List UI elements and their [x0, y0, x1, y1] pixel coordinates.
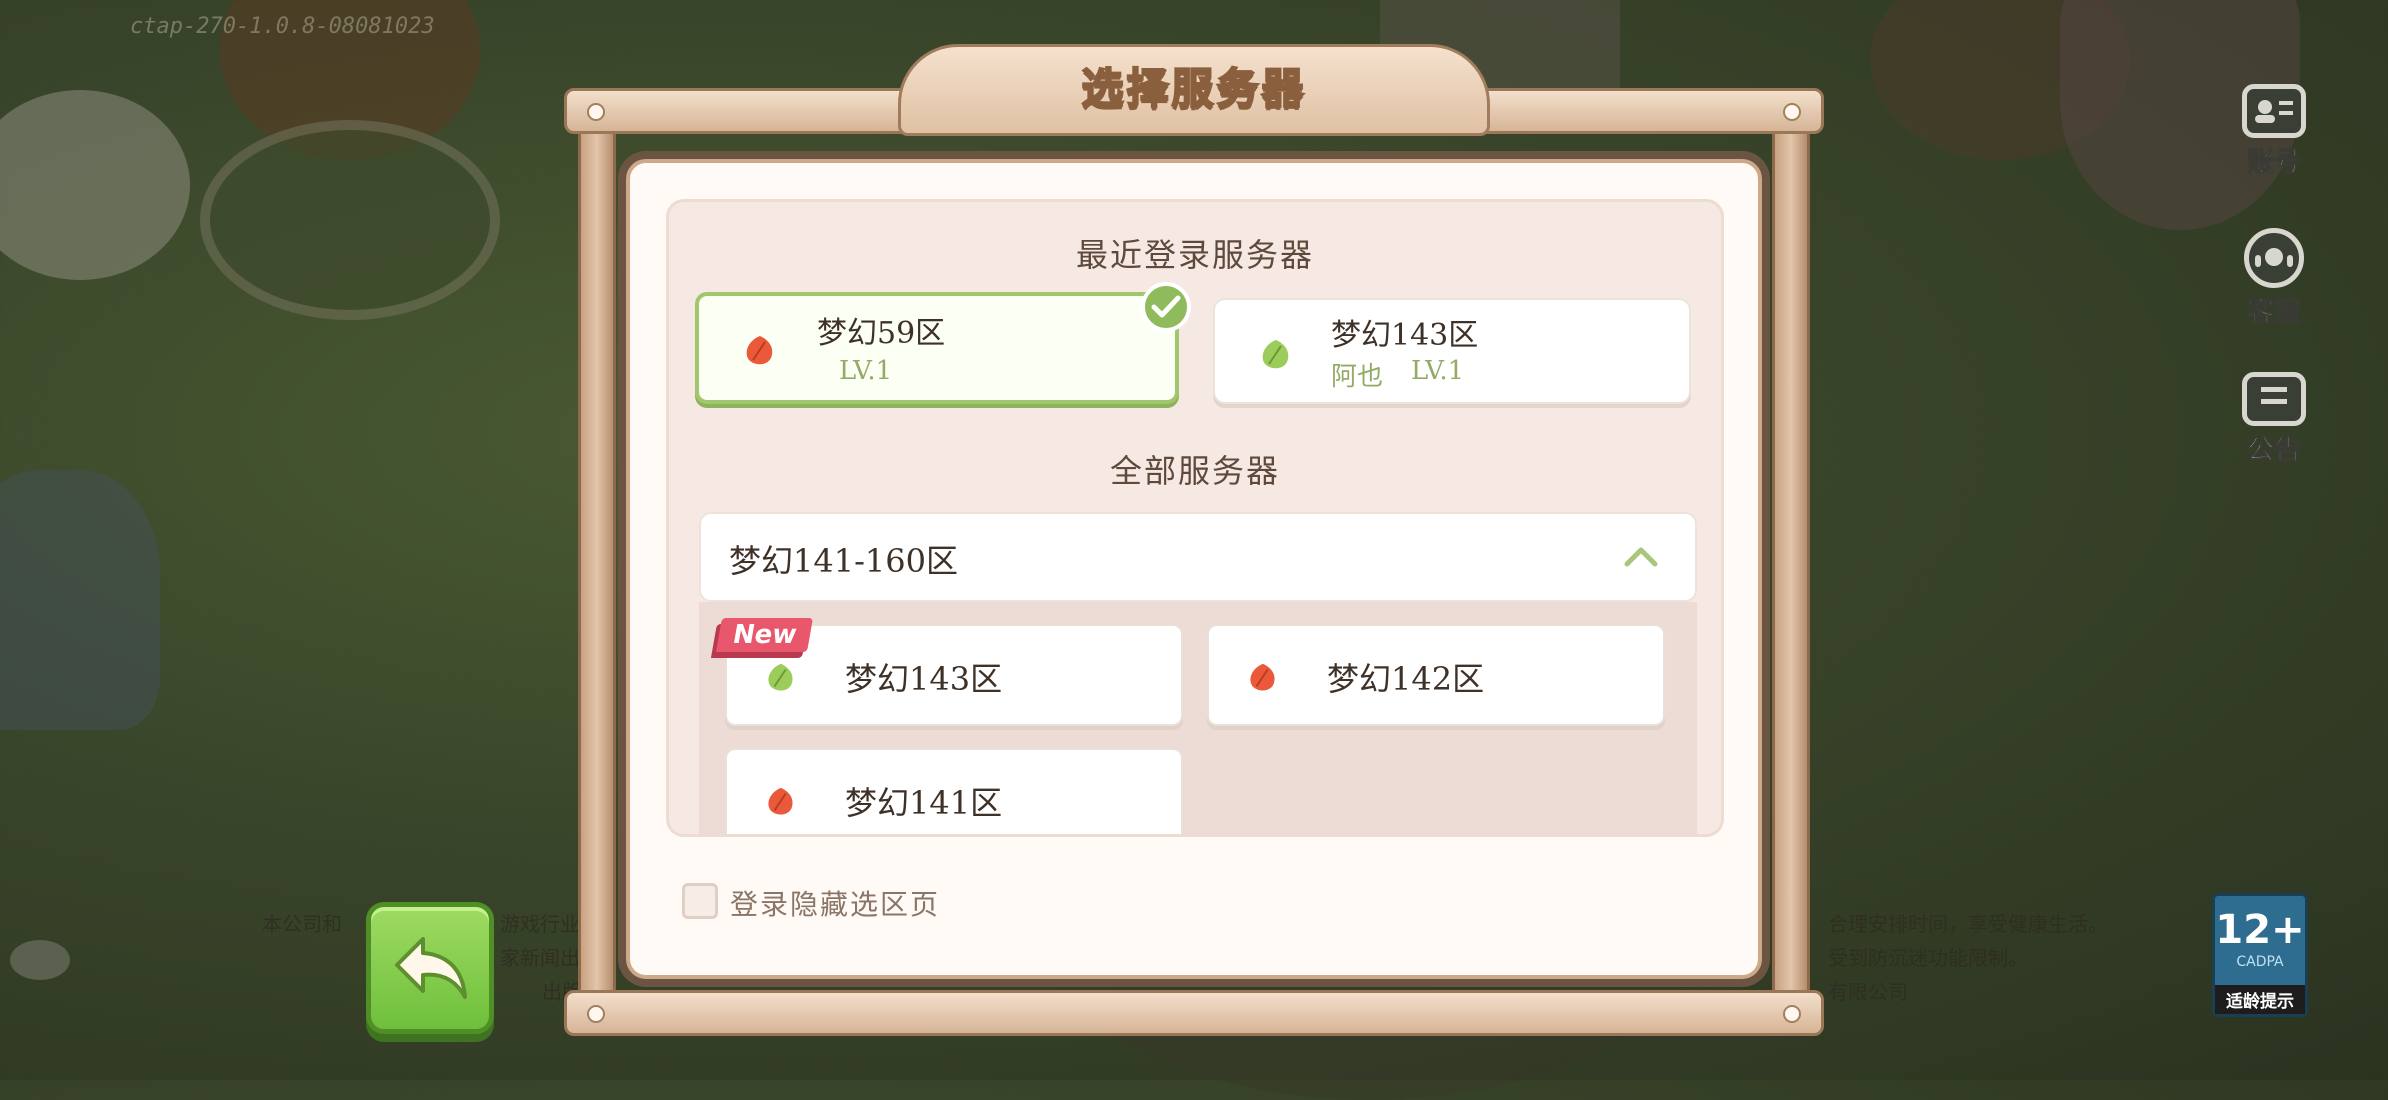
- age-rating-number: 12+: [2215, 907, 2305, 953]
- selected-check-icon: [1141, 282, 1191, 332]
- frame-post-right: [1772, 130, 1810, 1000]
- server-list[interactable]: 梦幻143区 New 梦幻142区 梦幻141区: [699, 602, 1697, 834]
- recent-server-card[interactable]: 梦幻59区 LV.1: [695, 282, 1191, 404]
- new-badge: New: [716, 618, 814, 652]
- server-level: LV.1: [839, 356, 893, 386]
- frame-bolt: [1783, 103, 1801, 121]
- frame-bolt: [587, 103, 605, 121]
- notice-button[interactable]: 公告: [2232, 372, 2316, 467]
- server-card[interactable]: 梦幻143区 New: [716, 618, 1183, 726]
- recent-servers-title: 最近登录服务器: [1075, 236, 1314, 274]
- server-name: 梦幻142区: [1327, 660, 1485, 698]
- disclaimer-right-line3: 有限公司: [1828, 980, 1908, 1004]
- notice-label: 公告: [2247, 435, 2302, 467]
- red-leaf-icon: [1250, 663, 1275, 691]
- age-rating-org: CADPA: [2236, 954, 2284, 970]
- server-name: 梦幻143区: [1331, 318, 1479, 353]
- version-label: ctap-270-1.0.8-08081023: [130, 14, 435, 39]
- server-level: LV.1: [1411, 356, 1465, 386]
- server-name: 梦幻59区: [817, 316, 946, 351]
- background-fountain: [0, 470, 160, 730]
- green-leaf-icon: [768, 663, 793, 691]
- hide-server-select-checkbox[interactable]: [682, 883, 718, 919]
- server-card[interactable]: 梦幻142区: [1207, 624, 1665, 726]
- customer-service-label: 客服: [2247, 297, 2302, 329]
- dialog-title-plate: 选择服务器: [898, 44, 1490, 136]
- disclaimer-right-line2: 受到防沉迷功能限制。: [1828, 946, 2028, 970]
- all-servers-title: 全部服务器: [1109, 452, 1280, 490]
- age-rating-badge[interactable]: 12+ CADPA 适龄提示: [2212, 893, 2308, 1017]
- back-button[interactable]: [366, 902, 494, 1034]
- frame-post-left: [578, 130, 616, 1000]
- frame-bolt: [587, 1005, 605, 1023]
- server-select-dialog: 最近登录服务器 梦幻59区 LV.1 梦幻143区 阿也 LV.1 全部服务器: [626, 159, 1762, 979]
- server-group-dropdown[interactable]: 梦幻141-160区: [699, 512, 1697, 602]
- account-button[interactable]: 账号: [2232, 84, 2316, 179]
- id-card-icon: [2242, 84, 2306, 138]
- frame-bottom-rail: [564, 990, 1824, 1036]
- server-name: 梦幻141区: [845, 784, 1003, 822]
- headset-icon: [2244, 228, 2304, 288]
- server-card[interactable]: 梦幻141区: [725, 748, 1183, 834]
- back-arrow-icon: [395, 937, 467, 999]
- chevron-up-icon: [1624, 547, 1658, 567]
- hide-server-select-label: 登录隐藏选区页: [730, 888, 941, 921]
- background-bunny: [0, 90, 190, 280]
- recent-server-card[interactable]: 梦幻143区 阿也 LV.1: [1213, 298, 1691, 404]
- player-name: 阿也: [1331, 362, 1384, 392]
- customer-service-button[interactable]: 客服: [2232, 228, 2316, 329]
- server-name: 梦幻143区: [845, 660, 1003, 698]
- notice-board-icon: [2242, 372, 2306, 426]
- frame-bolt: [1783, 1005, 1801, 1023]
- server-group-label: 梦幻141-160区: [729, 542, 958, 580]
- background-fence: [200, 120, 500, 320]
- server-panel: 最近登录服务器 梦幻59区 LV.1 梦幻143区 阿也 LV.1 全部服务器: [666, 199, 1724, 837]
- background-rock: [10, 940, 70, 980]
- disclaimer-right-line1: 合理安排时间，享受健康生活。: [1828, 912, 2108, 936]
- green-leaf-icon: [1262, 340, 1289, 369]
- disclaimer-left-line1: 本公司和: [262, 912, 342, 936]
- disclaimer-left-line2: 家新闻出: [500, 946, 580, 970]
- disclaimer-left-line1b: 游戏行业: [500, 912, 580, 936]
- red-leaf-icon: [746, 336, 773, 365]
- age-rating-tip: 适龄提示: [2215, 985, 2305, 1014]
- red-leaf-icon: [768, 787, 793, 815]
- dialog-title: 选择服务器: [1080, 63, 1307, 114]
- account-label: 账号: [2247, 147, 2302, 179]
